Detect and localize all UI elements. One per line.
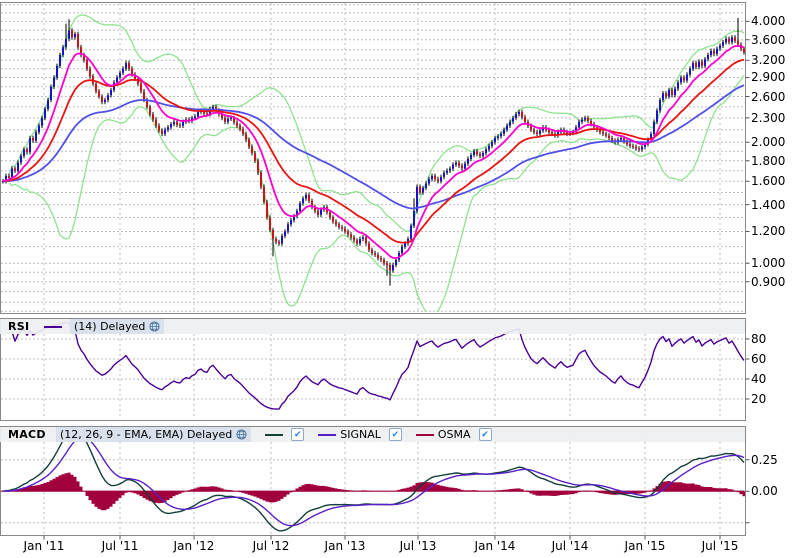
rsi-panel-plot: [1, 319, 744, 419]
rsi-line: [12, 322, 744, 409]
macd-panel-header: MACD (12, 26, 9 - EMA, EMA) Delayed ✔ SI…: [0, 427, 745, 442]
osma-series-label: OSMA: [438, 428, 471, 441]
macd-panel-plot: [1, 426, 746, 534]
macd-legend-chip[interactable]: (12, 26, 9 - EMA, EMA) Delayed: [56, 427, 251, 442]
rsi-panel-header: RSI (14) Delayed: [0, 319, 745, 334]
candlestick-bodies: [2, 30, 745, 270]
rsi-params-label: (14) Delayed: [74, 320, 145, 333]
globe-icon: [236, 429, 247, 440]
rsi-title: RSI: [8, 320, 36, 333]
macd-series-checkbox[interactable]: ✔: [291, 428, 304, 441]
signal-series-swatch: [318, 434, 336, 436]
v-gridlines: [44, 427, 720, 534]
v-gridlines: [44, 319, 720, 419]
stock-chart-window: RSI (14) Delayed MACD (12, 26, 9 - EMA, …: [0, 0, 796, 558]
h-gridlines: [1, 5, 744, 311]
signal-series-label: SIGNAL: [340, 428, 381, 441]
osma-series-legend: OSMA ✔: [416, 428, 492, 441]
macd-series-swatch: [265, 434, 283, 436]
rsi-series-swatch: [44, 326, 62, 328]
osma-series-swatch: [416, 434, 434, 436]
macd-params-label: (12, 26, 9 - EMA, EMA) Delayed: [60, 428, 232, 441]
price-panel-plot: [1, 3, 745, 317]
chart-canvas: [0, 0, 796, 558]
signal-line: [3, 437, 744, 525]
axis-tick-marks: [44, 21, 750, 539]
osma-series-checkbox[interactable]: ✔: [479, 428, 492, 441]
macd-title: MACD: [8, 428, 48, 441]
bollinger-lower-line: [9, 75, 744, 317]
globe-icon: [149, 321, 160, 332]
main-panel-border: [1, 3, 746, 314]
macd-series-legend: ✔: [265, 428, 304, 441]
macd-panel-border: [1, 427, 746, 536]
bollinger-upper-line: [9, 15, 744, 232]
h-gridlines: [1, 339, 744, 399]
signal-series-legend: SIGNAL ✔: [318, 428, 402, 441]
signal-series-checkbox[interactable]: ✔: [389, 428, 402, 441]
rsi-legend-chip[interactable]: (14) Delayed: [70, 319, 164, 334]
